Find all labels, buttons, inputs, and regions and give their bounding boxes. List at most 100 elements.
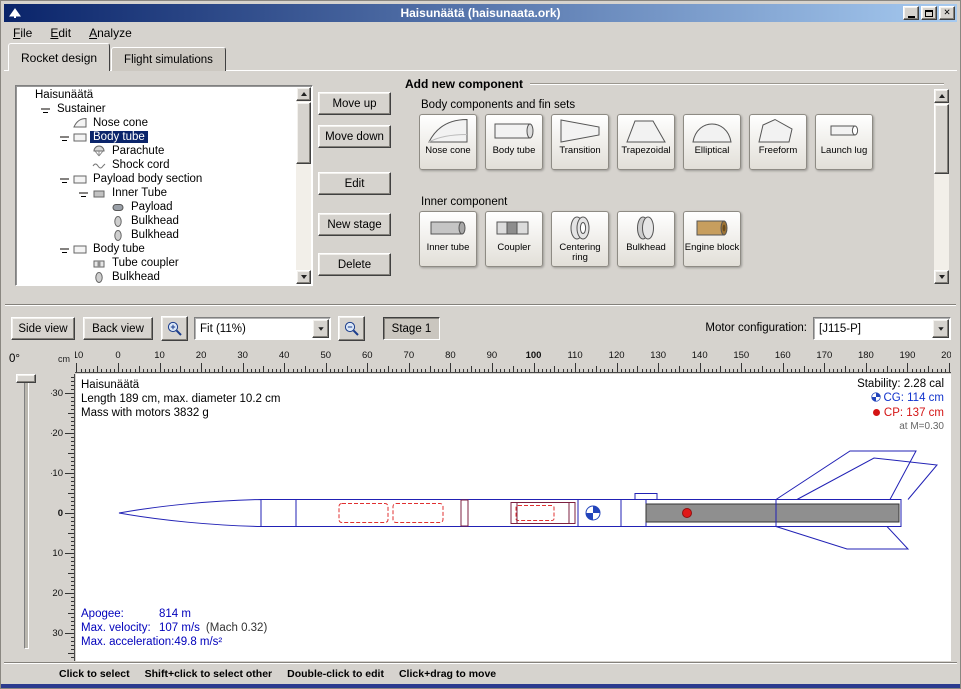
tree-item-parachute[interactable]: Parachute [18, 144, 295, 158]
tree-item-sustainer[interactable]: Sustainer [18, 102, 295, 116]
edit-button[interactable]: Edit [318, 172, 391, 195]
flight-stat-note: (Mach 0.32) [206, 622, 267, 634]
rotation-slider-thumb[interactable] [16, 374, 36, 383]
move-down-button[interactable]: Move down [318, 125, 391, 148]
tree-expander-icon[interactable] [41, 108, 50, 110]
ruler-tick [384, 369, 385, 372]
ruler-tick [716, 369, 717, 372]
tree-item-payload-body-section[interactable]: Payload body section [18, 172, 295, 186]
tree-item-shock-cord[interactable]: Shock cord [18, 158, 295, 172]
ruler-tick [679, 366, 680, 372]
motor-configuration-label: Motor configuration: [689, 322, 807, 334]
title-bar: Haisunäätä (haisunaata.ork) ✕ [4, 4, 957, 22]
tree-expander-icon[interactable] [79, 192, 88, 194]
ruler-label: 190 [894, 350, 920, 361]
tree-item-body-tube[interactable]: Body tube [18, 242, 295, 256]
tree-item-nose-cone[interactable]: Nose cone [18, 116, 295, 130]
menu-analyze[interactable]: Analyze [80, 23, 141, 43]
tab-rocket-design[interactable]: Rocket design [8, 43, 110, 71]
palette-scrollbar[interactable] [934, 89, 949, 284]
ruler-tick [874, 369, 875, 372]
ruler-tick [583, 369, 584, 372]
add-body-tube-button[interactable]: Body tube [485, 114, 543, 170]
add-bulkhead-button[interactable]: Bulkhead [617, 211, 675, 267]
move-up-button[interactable]: Move up [318, 92, 391, 115]
add-trapezoidal-button[interactable]: Trapezoidal [617, 114, 675, 170]
delete-button[interactable]: Delete [318, 253, 391, 276]
add-freeform-button[interactable]: Freeform [749, 114, 807, 170]
tree-item-bulkhead[interactable]: Bulkhead [18, 270, 295, 283]
ruler-tick [71, 381, 74, 382]
flight-stat-value: 107 m/s [159, 622, 200, 634]
motor-configuration-value: [J115-P] [814, 323, 932, 335]
tree-item-tube-coupler[interactable]: Tube coupler [18, 256, 295, 270]
ruler-tick [529, 369, 530, 372]
tree-item-payload[interactable]: Payload [18, 200, 295, 214]
ruler-tick [71, 397, 74, 398]
add-coupler-button[interactable]: Coupler [485, 211, 543, 267]
ruler-tick [546, 369, 547, 372]
ruler-tick [737, 369, 738, 372]
tree-item-inner-tube[interactable]: Inner Tube [18, 186, 295, 200]
ruler-tick [600, 369, 601, 372]
zoom-in-button[interactable] [161, 316, 188, 341]
tree-item-body-tube[interactable]: Body tube [18, 130, 295, 144]
tree-item-bulkhead[interactable]: Bulkhead [18, 228, 295, 242]
ruler-label: -10 [51, 469, 63, 479]
ruler-tick [438, 369, 439, 372]
tree-scrollbar[interactable] [296, 87, 311, 284]
menu-edit[interactable]: Edit [41, 23, 80, 43]
ruler-label: 20 [188, 350, 214, 361]
maximize-button[interactable] [921, 6, 937, 20]
add-transition-button[interactable]: Transition [551, 114, 609, 170]
rocket-design-canvas[interactable]: Haisunäätä Length 189 cm, max. diameter … [76, 374, 951, 661]
menu-file[interactable]: File [4, 23, 41, 43]
scroll-down-button[interactable] [934, 270, 949, 284]
chevron-down-icon[interactable] [312, 319, 329, 338]
minimize-button[interactable] [903, 6, 919, 20]
shockcord-icon [92, 158, 107, 172]
ruler-tick [571, 369, 572, 372]
scroll-down-button[interactable] [296, 270, 311, 284]
add-centering-ring-button[interactable]: Centering ring [551, 211, 609, 267]
tree-item-haisun-t[interactable]: Haisunäätä [18, 88, 295, 102]
chevron-down-icon[interactable] [932, 319, 949, 338]
cg-value: CG: 114 cm [884, 392, 945, 404]
scrollbar-thumb[interactable] [296, 102, 311, 164]
component-tree: HaisunäätäSustainerNose coneBody tubePar… [18, 88, 295, 283]
tree-expander-icon[interactable] [60, 136, 69, 138]
ruler-label: -20 [51, 429, 63, 439]
tree-expander-icon[interactable] [60, 178, 69, 180]
ruler-tick [401, 369, 402, 372]
side-view-button[interactable]: Side view [11, 317, 75, 340]
ruler-tick [891, 369, 892, 372]
motor-configuration-select[interactable]: [J115-P] [813, 317, 951, 340]
tree-item-bulkhead[interactable]: Bulkhead [18, 214, 295, 228]
scroll-up-button[interactable] [296, 87, 311, 101]
ruler-tick [720, 366, 721, 372]
scrollbar-thumb[interactable] [934, 104, 949, 174]
pane-splitter[interactable] [5, 304, 956, 306]
add-inner-tube-button[interactable]: Inner tube [419, 211, 477, 267]
add-nose-cone-button[interactable]: Nose cone [419, 114, 477, 170]
zoom-out-button[interactable] [338, 316, 365, 341]
flight-stat-label: Max. acceleration: [81, 635, 174, 649]
close-button[interactable]: ✕ [939, 6, 955, 20]
flight-stat-row: Max. velocity:107 m/s(Mach 0.32) [81, 621, 267, 635]
back-view-button[interactable]: Back view [83, 317, 153, 340]
ruler-tick [71, 441, 74, 442]
scroll-up-button[interactable] [934, 89, 949, 103]
ruler-tick [733, 369, 734, 372]
add-elliptical-button[interactable]: Elliptical [683, 114, 741, 170]
rotation-slider-track[interactable] [24, 375, 29, 649]
ruler-tick [762, 366, 763, 372]
tree-expander-icon[interactable] [60, 248, 69, 250]
ruler-tick [567, 369, 568, 372]
stage-1-toggle[interactable]: Stage 1 [383, 317, 440, 340]
ruler-tick [380, 369, 381, 372]
zoom-select[interactable]: Fit (11%) [194, 317, 331, 340]
add-launch-lug-button[interactable]: Launch lug [815, 114, 873, 170]
tab-flight-simulations[interactable]: Flight simulations [111, 47, 226, 71]
add-engine-block-button[interactable]: Engine block [683, 211, 741, 267]
new-stage-button[interactable]: New stage [318, 213, 391, 236]
